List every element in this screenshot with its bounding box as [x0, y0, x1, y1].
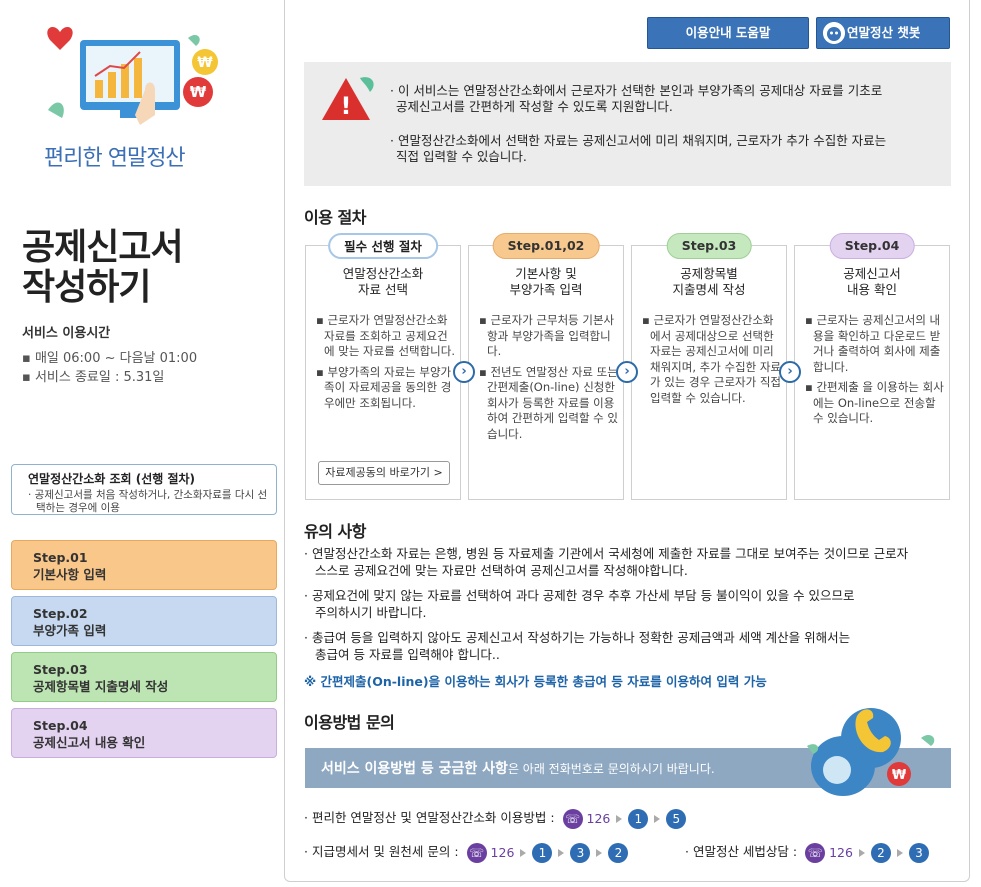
procedure-card-title: 기본사항 및 부양가족 입력: [509, 266, 583, 297]
phone-icon: ☏: [562, 808, 583, 829]
svg-text:₩: ₩: [197, 55, 213, 71]
notice-item: · 연말정산간소화에서 선택한 자료는 공제신고서에 미리 채워지며, 근로자가…: [390, 133, 887, 164]
pre-step-simplified-lookup[interactable]: 연말정산간소화 조회 (선행 절차) · 공제신고서를 처음 작성하거나, 간소…: [11, 464, 277, 515]
arrow-right-icon: [896, 848, 903, 857]
inquiry-banner-bold: 서비스 이용방법 등 궁금한 사항: [321, 761, 508, 777]
phone-number: 126: [490, 844, 515, 860]
svg-text:₩: ₩: [190, 83, 207, 101]
procedure-card-title: 공제신고서 내용 확인: [843, 266, 901, 297]
caution-item: · 공제요건에 맞지 않는 자료를 선택하여 과다 공제한 경우 추후 가산세 …: [304, 588, 855, 620]
menu-number: 1: [532, 842, 553, 863]
sidebar-step-02[interactable]: Step.02 부양가족 입력: [11, 596, 277, 646]
procedure-pill: 필수 선행 절차: [328, 233, 438, 259]
menu-number: 1: [628, 808, 649, 829]
procedure-card-step04: Step.04 공제신고서 내용 확인 ▪ 근로자는 공제신고서의 내용을 확인…: [794, 233, 950, 500]
chevron-right-icon: ›: [779, 361, 801, 383]
inquiry-section-title: 이용방법 문의: [304, 713, 395, 732]
chatbot-icon: [823, 22, 845, 44]
sidebar-step-03[interactable]: Step.03 공제항목별 지출명세 작성: [11, 652, 277, 702]
warning-icon: !: [322, 77, 374, 120]
chatbot-label: 연말정산 챗봇: [847, 25, 921, 40]
sidebar: ₩ ₩ 편리한 연말정산 공제신고서 작성하기 서비스 이용시간 ▪ 매일 06…: [0, 0, 284, 887]
sidebar-step-01[interactable]: Step.01 기본사항 입력: [11, 540, 277, 590]
notice-item: · 이 서비스는 연말정산간소화에서 근로자가 선택한 본인과 부양가족의 공제…: [390, 83, 883, 114]
caution-section-title: 유의 사항: [304, 522, 366, 541]
sidebar-step-label: 공제신고서 내용 확인: [33, 735, 146, 750]
arrow-right-icon: [654, 814, 661, 823]
brand-title: 편리한 연말정산: [44, 146, 186, 171]
procedure-card-body: ▪ 근로자가 연말정산간소화 자료를 조회하고 공제요건에 맞는 자료를 선택합…: [316, 313, 456, 410]
caution-item: · 총급여 등을 입력하지 않아도 공제신고서 작성하기는 가능하나 정확한 공…: [304, 630, 851, 662]
arrow-right-icon: [520, 848, 527, 857]
tax-settlement-illustration: ₩ ₩: [47, 26, 218, 125]
caution-item: · 연말정산간소화 자료는 은행, 병원 등 자료제출 기관에서 국세청에 제출…: [304, 546, 909, 578]
sidebar-step-label: 기본사항 입력: [33, 567, 107, 582]
phone-number: 126: [586, 810, 611, 826]
procedure-card-step0102: Step.01,02 기본사항 및 부양가족 입력 ▪ 근로자가 근무처등 기본…: [468, 233, 624, 500]
pre-step-desc: · 공제신고서를 처음 작성하거나, 간소화자료를 다시 선택하는 경우에 이용: [28, 489, 268, 514]
chatbot-button[interactable]: 연말정산 챗봇: [816, 17, 950, 49]
service-end-date: ▪ 서비스 종료일 : 5.31일: [22, 370, 165, 385]
procedure-section-title: 이용 절차: [304, 208, 366, 227]
arrow-right-icon: [616, 814, 623, 823]
arrow-right-icon: [858, 848, 865, 857]
sidebar-step-04[interactable]: Step.04 공제신고서 내용 확인: [11, 708, 277, 758]
help-guide-button[interactable]: 이용안내 도움말: [647, 17, 809, 49]
data-consent-link-button[interactable]: 자료제공동의 바로가기 >: [318, 461, 450, 485]
inquiry-row-label: · 연말정산 세법상담 :: [685, 844, 798, 859]
menu-number: 2: [608, 842, 629, 863]
menu-number: 2: [870, 842, 891, 863]
inquiry-row-label: · 지급명세서 및 원천세 문의 :: [304, 844, 459, 859]
procedure-card-step03: Step.03 공제항목별 지출명세 작성 ▪ 근로자가 연말정산간소화에서 공…: [631, 233, 787, 500]
page-title: 공제신고서 작성하기: [22, 227, 184, 308]
sidebar-step-label: 부양가족 입력: [33, 623, 107, 638]
menu-number: 3: [570, 842, 591, 863]
service-time-hours: ▪ 매일 06:00 ~ 다음날 01:00: [22, 351, 198, 366]
inquiry-banner-text: 은 아래 전화번호로 문의하시기 바랍니다.: [507, 762, 715, 776]
inquiry-row-tax-law: · 연말정산 세법상담 : ☏ 126 2 3: [685, 840, 929, 864]
svg-text:₩: ₩: [892, 768, 907, 783]
page-title-line1: 공제신고서: [22, 227, 184, 268]
svg-text:!: !: [341, 92, 352, 120]
sidebar-step-label: 공제항목별 지출명세 작성: [33, 679, 169, 694]
sidebar-step-number: Step.04: [33, 718, 88, 733]
procedure-pill: Step.03: [666, 233, 752, 259]
sidebar-step-number: Step.01: [33, 550, 88, 565]
inquiry-row-withholding: · 지급명세서 및 원천세 문의 : ☏ 126 1 3 2: [304, 840, 629, 864]
menu-number: 5: [666, 808, 687, 829]
inquiry-row-usage: · 편리한 연말정산 및 연말정산간소화 이용방법 : ☏ 126 1 5: [304, 806, 687, 830]
chevron-right-icon: ›: [453, 361, 475, 383]
procedure-card-title: 연말정산간소화 자료 선택: [342, 266, 424, 297]
phone-inquiry-illustration: ₩: [807, 708, 935, 796]
procedure-card-body: ▪ 근로자가 연말정산간소화에서 공제대상으로 선택한 자료는 공제신고서에 미…: [642, 313, 782, 405]
procedure-pill: Step.01,02: [492, 233, 600, 259]
page-title-line2: 작성하기: [22, 267, 151, 308]
sidebar-step-number: Step.02: [33, 606, 88, 621]
procedure-pill: Step.04: [829, 233, 915, 259]
inquiry-row-label: · 편리한 연말정산 및 연말정산간소화 이용방법 :: [304, 810, 555, 825]
procedure-card-body: ▪ 근로자는 공제신고서의 내용을 확인하고 다운로드 받거나 출력하여 회사에…: [805, 313, 944, 425]
sidebar-step-number: Step.03: [33, 662, 88, 677]
phone-number: 126: [829, 844, 853, 860]
arrow-right-icon: [596, 848, 603, 857]
procedure-card-required: 필수 선행 절차 연말정산간소화 자료 선택 ▪ 근로자가 연말정산간소화 자료…: [305, 233, 461, 500]
procedure-card-title: 공제항목별 지출명세 작성: [672, 266, 746, 297]
caution-note: ※ 간편제출(On-line)을 이용하는 회사가 등록한 총급여 등 자료를 …: [304, 674, 767, 689]
phone-icon: ☏: [466, 842, 487, 863]
service-time-label: 서비스 이용시간: [22, 326, 111, 341]
chevron-right-icon: ›: [616, 361, 638, 383]
main-panel: 이용안내 도움말 연말정산 챗봇 ! · 이 서비스는 연말정산간소화에서 근로…: [284, 0, 970, 882]
service-notice-box: ! · 이 서비스는 연말정산간소화에서 근로자가 선택한 본인과 부양가족의 …: [304, 62, 951, 186]
phone-icon: ☏: [805, 842, 826, 863]
menu-number: 3: [908, 842, 929, 863]
pre-step-title: 연말정산간소화 조회 (선행 절차): [28, 472, 196, 486]
arrow-right-icon: [558, 848, 565, 857]
procedure-card-body: ▪ 근로자가 근무처등 기본사항과 부양가족을 입력합니다. ▪ 전년도 연말정…: [479, 313, 619, 441]
